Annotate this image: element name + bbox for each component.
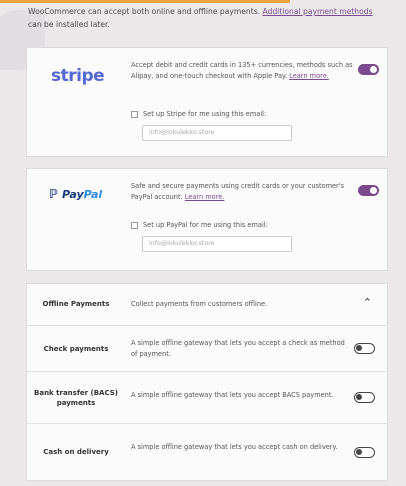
additional-payment-methods-link[interactable]: Additional payment methods xyxy=(262,7,372,16)
intro-text: WooCommerce can accept both online and o… xyxy=(28,7,373,29)
paypal-email-field[interactable]: info@lokulekko.store xyxy=(142,236,292,252)
check-payments-title: Check payments xyxy=(43,345,109,353)
stripe-setup-checkbox[interactable] xyxy=(131,110,138,118)
stripe-logo: stripe xyxy=(51,66,105,86)
bacs-toggle[interactable] xyxy=(354,392,375,403)
stripe-card: stripe Accept debit and credit cards in … xyxy=(26,47,388,157)
cash-on-delivery-title: Cash on delivery xyxy=(43,448,109,456)
stripe-description: Accept debit and credit cards in 135+ cu… xyxy=(131,61,353,80)
offline-method-check: Check payments A simple offline gateway … xyxy=(27,326,387,372)
paypal-setup-checkbox-row[interactable]: Set up PayPal for me using this email: xyxy=(131,221,268,229)
offline-method-cod: Cash on delivery A simple offline gatewa… xyxy=(27,424,387,480)
top-accent-bar xyxy=(0,0,290,3)
offline-payments-header[interactable]: Offline Payments Collect payments from c… xyxy=(27,284,387,326)
bacs-title: Bank transfer (BACS) payments xyxy=(34,389,118,407)
paypal-setup-checkbox[interactable] xyxy=(131,221,138,229)
cash-on-delivery-description: A simple offline gateway that lets you a… xyxy=(131,443,338,451)
stripe-setup-checkbox-row[interactable]: Set up Stripe for me using this email: xyxy=(131,110,266,118)
stripe-email-field[interactable]: info@lokulekko.store xyxy=(142,125,292,141)
check-payments-toggle[interactable] xyxy=(354,343,375,354)
paypal-learn-more-link[interactable]: Learn more. xyxy=(185,193,225,201)
offline-payments-description: Collect payments from customers offline. xyxy=(131,300,268,308)
stripe-learn-more-link[interactable]: Learn more. xyxy=(289,72,329,80)
paypal-toggle[interactable] xyxy=(358,185,379,196)
cash-on-delivery-toggle[interactable] xyxy=(354,447,375,458)
stripe-toggle[interactable] xyxy=(358,64,379,75)
paypal-card: ℙ PayPal Safe and secure payments using c… xyxy=(26,168,388,271)
paypal-logo: ℙ PayPal xyxy=(49,187,103,201)
offline-payments-panel: Offline Payments Collect payments from c… xyxy=(26,283,388,481)
chevron-up-icon[interactable]: ⌃ xyxy=(363,296,372,309)
paypal-description: Safe and secure payments using credit ca… xyxy=(131,182,345,201)
paypal-p-icon: ℙ xyxy=(49,187,58,201)
bacs-description: A simple offline gateway that lets you a… xyxy=(131,391,334,399)
offline-payments-title: Offline Payments xyxy=(42,300,110,308)
check-payments-description: A simple offline gateway that lets you a… xyxy=(131,339,345,358)
offline-method-bacs: Bank transfer (BACS) payments A simple o… xyxy=(27,372,387,424)
